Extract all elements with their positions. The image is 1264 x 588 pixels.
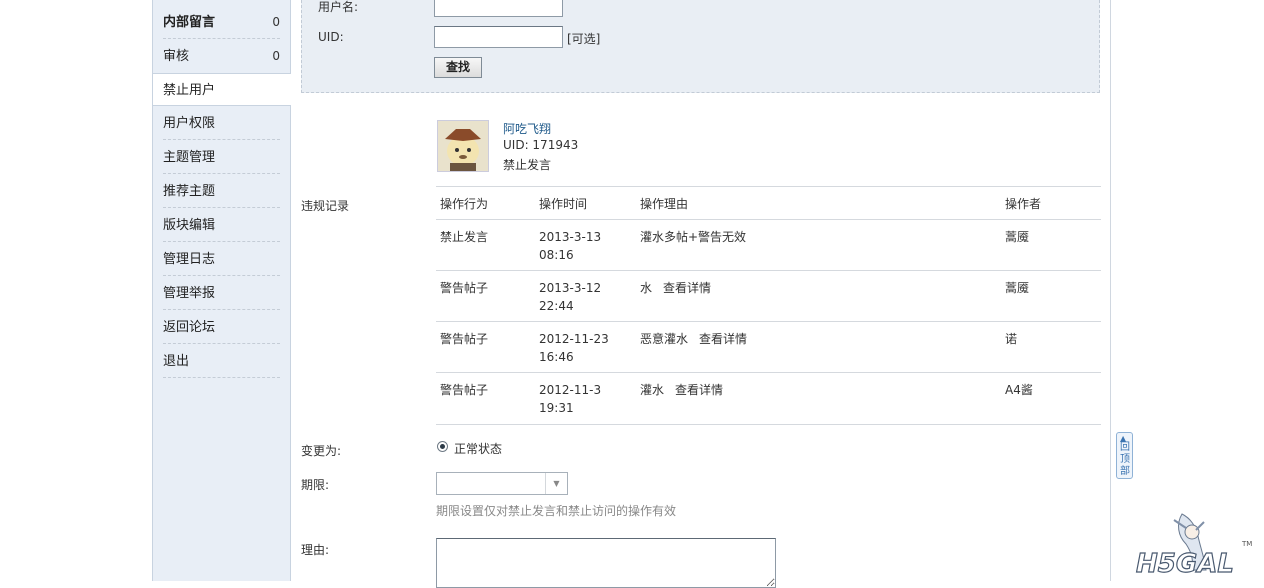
row-time: 22:44 — [539, 299, 574, 313]
row-operator-link[interactable]: A4酱 — [1005, 381, 1033, 399]
sidebar-item-topic-manage[interactable]: 主题管理 — [153, 141, 290, 174]
review-count: 0 — [272, 49, 280, 63]
period-hint: 期限设置仅对禁止发言和禁止访问的操作有效 — [436, 504, 677, 518]
row-time: 19:31 — [539, 401, 574, 415]
sidebar-item-recommended-topics[interactable]: 推荐主题 — [153, 175, 290, 208]
row-date: 2012-11-3 — [539, 383, 602, 397]
row-reason: 灌水多帖+警告无效 — [640, 230, 747, 244]
sidebar-item-user-permissions[interactable]: 用户权限 — [153, 107, 290, 140]
header-action: 操作行为 — [440, 197, 489, 211]
table-header: 操作行为 操作时间 操作理由 操作者 — [436, 186, 1101, 220]
divider — [163, 343, 280, 344]
row-operator-link[interactable]: 诺 — [1005, 330, 1017, 348]
row-date: 2013-3-12 — [539, 281, 602, 295]
period-select[interactable]: ▼ — [436, 472, 568, 495]
normal-status-radio[interactable] — [437, 441, 448, 452]
inbox-count: 0 — [272, 15, 280, 29]
site-logo: H5GAL TM — [1134, 510, 1260, 580]
user-name-link[interactable]: 阿吃飞翔 — [503, 120, 551, 137]
view-details-link[interactable]: 查看详情 — [663, 279, 711, 297]
sidebar-item-label: 版块编辑 — [163, 218, 216, 233]
sidebar-item-label: 退出 — [163, 354, 190, 369]
row-time: 16:46 — [539, 350, 574, 364]
row-reason: 恶意灌水 — [640, 332, 689, 346]
normal-status-label[interactable]: 正常状态 — [454, 440, 502, 457]
row-date: 2012-11-23 — [539, 332, 609, 346]
sidebar-item-review[interactable]: 审核 0 — [153, 40, 290, 73]
sidebar-item-label: 主题管理 — [163, 150, 216, 165]
header-time: 操作时间 — [539, 197, 588, 211]
sidebar-item-label: 审核 — [163, 49, 190, 64]
user-status: 禁止发言 — [503, 158, 552, 172]
sidebar-item-manage-log[interactable]: 管理日志 — [153, 243, 290, 276]
header-reason: 操作理由 — [640, 197, 689, 211]
reason-label: 理由: — [301, 543, 330, 557]
svg-text:H5GAL: H5GAL — [1136, 549, 1234, 578]
table-row: 警告帖子 2013-3-12 22:44 水 查看详情 蒿魇 — [436, 270, 1101, 322]
find-button[interactable]: 查找 — [434, 57, 482, 78]
row-action: 警告帖子 — [440, 281, 489, 295]
view-details-link[interactable]: 查看详情 — [675, 381, 723, 399]
row-operator-link[interactable]: 蒿魇 — [1005, 279, 1029, 297]
table-row: 警告帖子 2012-11-3 19:31 灌水 查看详情 A4酱 — [436, 372, 1101, 425]
header-operator: 操作者 — [1005, 197, 1042, 211]
view-details-link[interactable]: 查看详情 — [699, 330, 747, 348]
divider — [163, 139, 280, 140]
divider — [163, 377, 280, 378]
sidebar-item-label: 禁止用户 — [163, 83, 216, 98]
user-uid: UID: 171943 — [503, 138, 579, 152]
sidebar-item-label: 管理日志 — [163, 252, 216, 267]
sidebar-nav: 内部留言 0 审核 0 禁止用户 用户权限 主题管理 推荐主题 版块编辑 管理日… — [152, 0, 291, 581]
back-to-top-label: 回顶部 — [1120, 442, 1130, 477]
sidebar-item-label: 用户权限 — [163, 116, 216, 131]
sidebar-item-ban-user[interactable]: 禁止用户 — [153, 73, 291, 106]
row-operator-link[interactable]: 蒿魇 — [1005, 228, 1029, 246]
divider — [163, 275, 280, 276]
sidebar-item-board-edit[interactable]: 版块编辑 — [153, 209, 290, 242]
period-label: 期限: — [301, 478, 330, 492]
row-reason: 水 — [640, 281, 653, 295]
search-panel — [301, 0, 1100, 93]
divider — [163, 173, 280, 174]
row-time: 08:16 — [539, 248, 574, 262]
sidebar-item-inbox[interactable]: 内部留言 0 — [153, 6, 290, 39]
table-row: 禁止发言 2013-3-13 08:16 灌水多帖+警告无效 蒿魇 — [436, 219, 1101, 271]
user-avatar — [437, 120, 489, 172]
table-row: 警告帖子 2012-11-23 16:46 恶意灌水 查看详情 诺 — [436, 321, 1101, 373]
mascot-logo-image: H5GAL TM — [1135, 513, 1252, 580]
content-right-border — [1110, 0, 1111, 581]
divider — [163, 309, 280, 310]
row-action: 警告帖子 — [440, 332, 489, 346]
sidebar-item-label: 返回论坛 — [163, 320, 216, 335]
username-label: 用户名: — [318, 0, 359, 14]
uid-optional-hint: [可选] — [567, 32, 601, 46]
sidebar-item-back-to-forum[interactable]: 返回论坛 — [153, 311, 290, 344]
violations-label: 违规记录 — [301, 199, 350, 213]
change-to-label: 变更为: — [301, 444, 342, 458]
chevron-down-icon[interactable]: ▼ — [545, 473, 567, 494]
sidebar-item-label: 管理举报 — [163, 286, 216, 301]
row-action: 警告帖子 — [440, 383, 489, 397]
sidebar-item-label: 内部留言 — [163, 15, 216, 30]
divider — [163, 207, 280, 208]
back-to-top-button[interactable]: ▲ 回顶部 — [1116, 432, 1133, 479]
sidebar-item-logout[interactable]: 退出 — [153, 345, 290, 378]
username-input[interactable] — [434, 0, 563, 17]
divider — [163, 241, 280, 242]
sidebar-item-label: 推荐主题 — [163, 184, 216, 199]
row-date: 2013-3-13 — [539, 230, 602, 244]
divider — [163, 38, 280, 39]
sidebar-item-manage-reports[interactable]: 管理举报 — [153, 277, 290, 310]
svg-text:TM: TM — [1241, 540, 1252, 548]
avatar-image — [438, 121, 488, 171]
row-reason: 灌水 — [640, 383, 665, 397]
uid-input[interactable] — [434, 26, 563, 48]
uid-label: UID: — [318, 30, 344, 44]
row-action: 禁止发言 — [440, 230, 489, 244]
